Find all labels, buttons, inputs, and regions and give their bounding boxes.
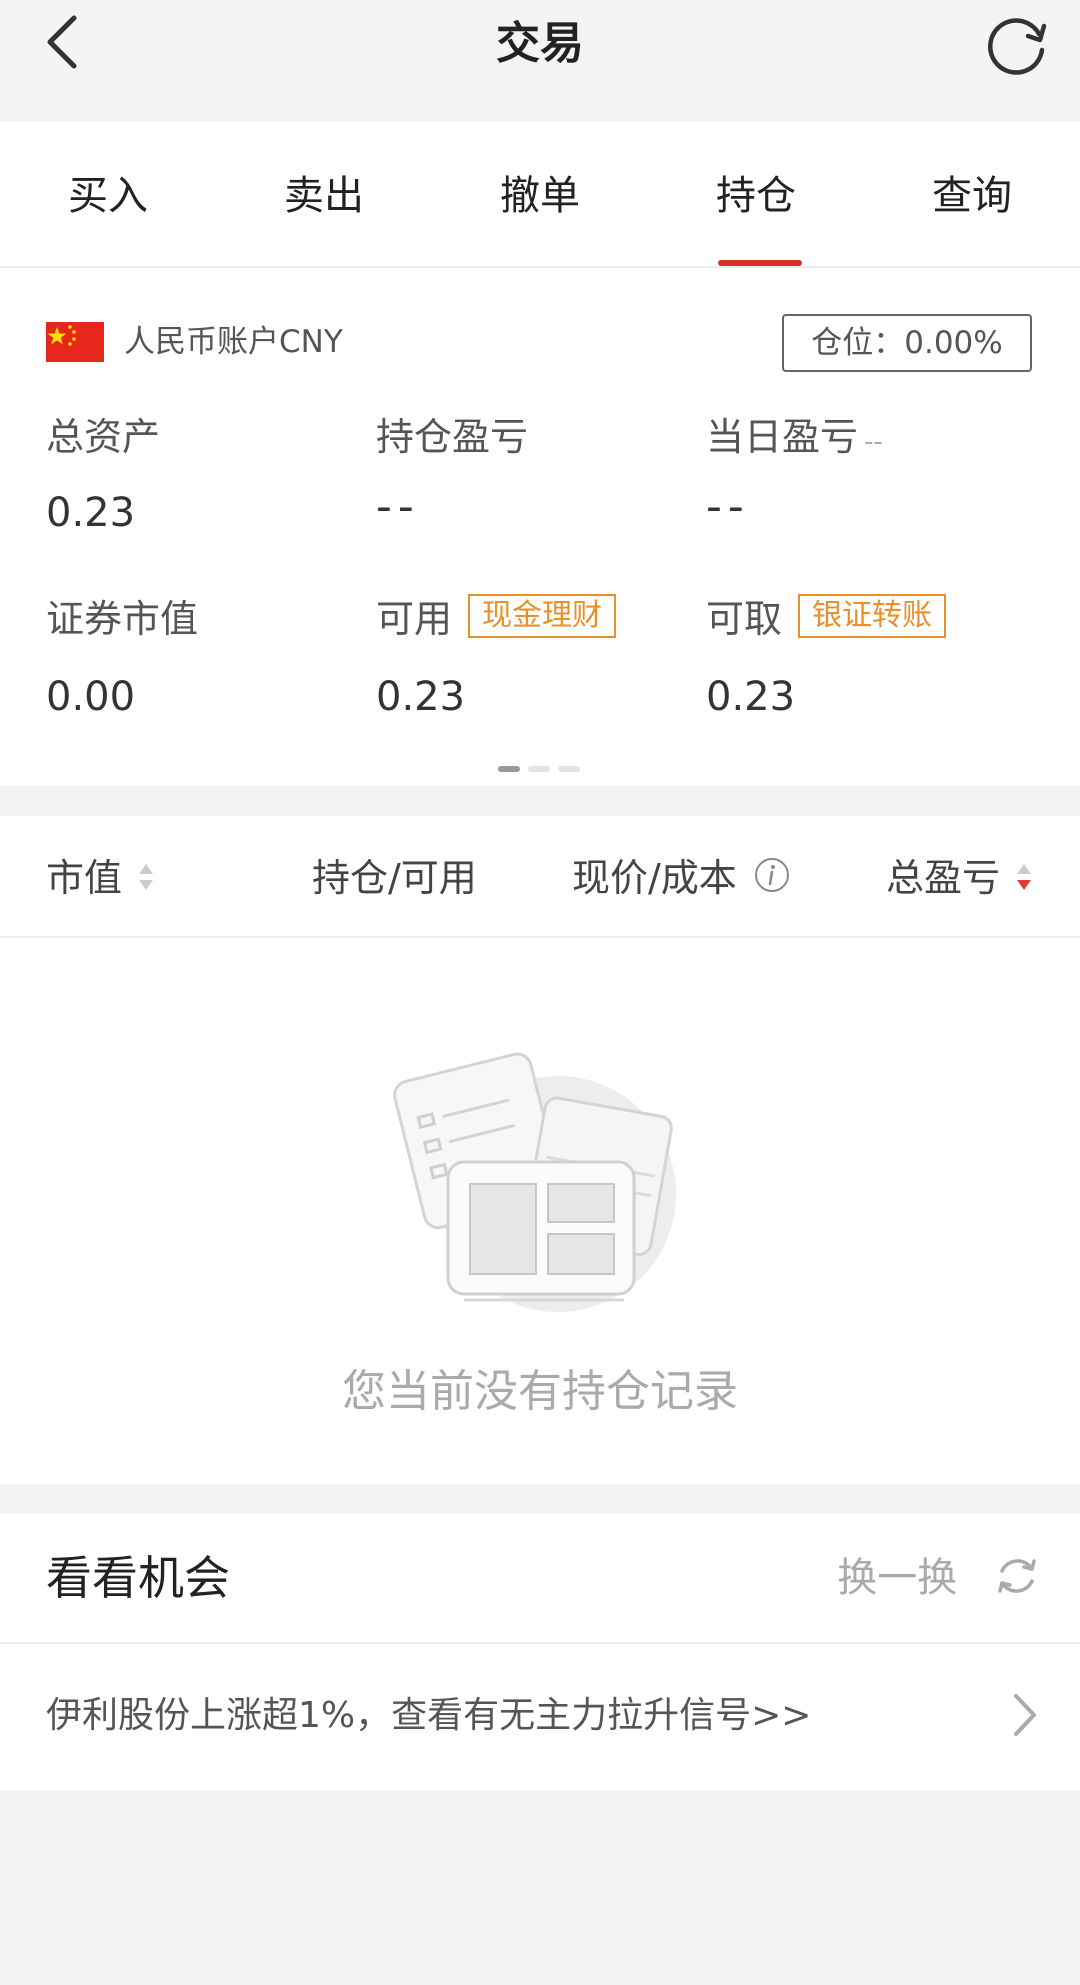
withdrawable-value: 0.23	[706, 674, 796, 720]
page-dot	[528, 766, 550, 772]
refresh-icon	[988, 18, 1047, 75]
total-assets-value: 0.23	[46, 490, 136, 536]
tab-label: 卖出	[284, 173, 364, 219]
bank-transfer-button[interactable]: 银证转账	[798, 594, 946, 638]
column-label: 市值	[46, 856, 123, 900]
opportunity-item[interactable]: 伊利股份上涨超1%，查看有无主力拉升信号>>	[0, 1644, 1080, 1790]
refresh-button[interactable]	[984, 10, 1050, 76]
tab-label: 买入	[68, 173, 148, 219]
tab-label: 撤单	[500, 173, 580, 219]
account-summary: 人民币账户CNY 仓位：0.00% 总资产 0.23 持仓盈亏 -- 当日盈亏 -…	[0, 268, 1080, 786]
sort-icon	[1017, 863, 1032, 890]
page-indicator	[498, 766, 582, 772]
daily-pnl-label-text: 当日盈亏	[706, 415, 859, 459]
active-tab-indicator	[718, 260, 802, 266]
sort-icon	[139, 863, 154, 890]
holding-pnl-value: --	[376, 481, 420, 532]
account-name: 人民币账户CNY	[124, 324, 343, 360]
page-title: 交易	[496, 18, 584, 69]
opportunities-header: 看看机会 换一换	[0, 1514, 1080, 1644]
holdings-table-header: 市值 持仓/可用 现价/成本 总盈亏	[0, 816, 1080, 938]
daily-pnl-value: --	[706, 481, 750, 532]
trade-tabs: 买入 卖出 撤单 持仓 查询	[0, 122, 1080, 268]
tab-holdings[interactable]: 持仓	[648, 122, 864, 266]
column-total-pnl[interactable]: 总盈亏	[886, 816, 1032, 940]
tab-query[interactable]: 查询	[864, 122, 1080, 266]
total-assets-label: 总资产	[46, 415, 161, 459]
withdrawable-label: 可取	[706, 597, 783, 641]
tab-label: 持仓	[716, 173, 796, 219]
tab-buy[interactable]: 买入	[0, 122, 216, 266]
available-value: 0.23	[376, 674, 466, 720]
chevron-right-icon	[1014, 1694, 1036, 1736]
top-bar: 交易	[0, 0, 1080, 120]
daily-pnl-suffix: --	[864, 427, 883, 457]
page-dot	[558, 766, 580, 772]
cash-management-button[interactable]: 现金理财	[468, 594, 616, 638]
column-price-cost: 现价/成本	[572, 816, 791, 940]
holding-pnl-label: 持仓盈亏	[376, 415, 529, 459]
china-flag-icon	[46, 322, 104, 362]
empty-state-text: 您当前没有持仓记录	[342, 1366, 738, 1417]
column-label: 现价/成本	[572, 856, 737, 900]
tab-label: 查询	[932, 173, 1012, 219]
opportunities-section: 看看机会 换一换 伊利股份上涨超1%，查看有无主力拉升信号>>	[0, 1514, 1080, 1790]
info-icon[interactable]	[753, 856, 791, 894]
daily-pnl-label: 当日盈亏 --	[706, 412, 883, 467]
tab-cancel-order[interactable]: 撤单	[432, 122, 648, 266]
empty-holdings-state: 您当前没有持仓记录	[0, 938, 1080, 1484]
opportunities-title: 看看机会	[46, 1551, 230, 1605]
refresh-icon	[998, 1559, 1036, 1593]
tab-sell[interactable]: 卖出	[216, 122, 432, 266]
shuffle-label: 换一换	[837, 1555, 958, 1601]
shuffle-button[interactable]: 换一换	[837, 1546, 1040, 1610]
position-ratio-badge: 仓位：0.00%	[782, 314, 1032, 372]
market-value-label: 证券市值	[46, 597, 199, 641]
column-holding-available: 持仓/可用	[312, 856, 477, 900]
market-value-value: 0.00	[46, 674, 136, 720]
opportunity-text: 伊利股份上涨超1%，查看有无主力拉升信号>>	[46, 1695, 812, 1736]
column-market-value[interactable]: 市值	[46, 816, 154, 940]
available-label: 可用	[376, 597, 453, 641]
column-label: 总盈亏	[886, 856, 1001, 900]
page-dot	[498, 766, 520, 772]
empty-documents-icon	[393, 1052, 676, 1312]
